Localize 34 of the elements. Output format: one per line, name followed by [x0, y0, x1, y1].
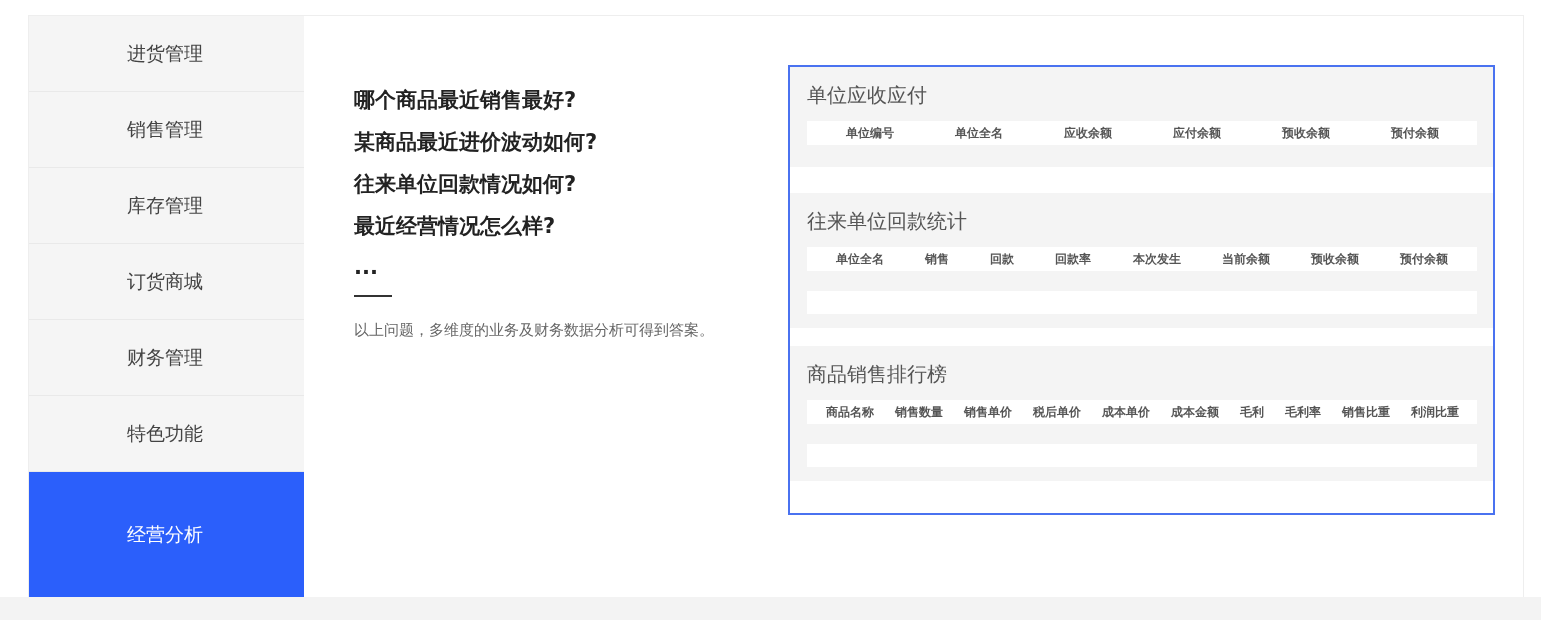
- column-header: 毛利率: [1284, 403, 1321, 421]
- question-text: 哪个商品最近销售最好?: [354, 87, 578, 114]
- column-header: 销售比重: [1341, 403, 1390, 421]
- column-header: 单位全名: [954, 124, 1003, 142]
- column-header: 销售: [924, 250, 949, 268]
- column-header: 应收余额: [1063, 124, 1112, 142]
- column-header: 税后单价: [1032, 403, 1081, 421]
- column-header: 销售单价: [963, 403, 1012, 421]
- report-title: 往来单位回款统计: [807, 208, 968, 235]
- column-header: 单位全名: [835, 250, 884, 268]
- report-title: 商品销售排行榜: [807, 361, 948, 388]
- column-header: 成本单价: [1101, 403, 1150, 421]
- column-header: 回款: [990, 250, 1015, 268]
- column-header: 商品名称: [825, 403, 874, 421]
- column-header: 应付余额: [1172, 124, 1221, 142]
- ellipsis-text: ...: [354, 254, 379, 281]
- question-text: 往来单位回款情况如何?: [354, 171, 578, 198]
- column-header: 销售数量: [894, 403, 943, 421]
- column-header: 当前余额: [1221, 250, 1270, 268]
- question-text: 最近经营情况怎么样?: [354, 213, 557, 240]
- column-header: 成本金额: [1170, 403, 1219, 421]
- column-header: 本次发生: [1132, 250, 1181, 268]
- question-text: 某商品最近进价波动如何?: [354, 129, 599, 156]
- report-title: 单位应收应付: [807, 82, 928, 109]
- column-header: 预收余额: [1311, 250, 1360, 268]
- column-header: 预收余额: [1281, 124, 1330, 142]
- column-header: 预付余额: [1400, 250, 1449, 268]
- column-header: 回款率: [1055, 250, 1092, 268]
- column-header: 预付余额: [1390, 124, 1439, 142]
- sidebar-item[interactable]: 经营分析: [29, 472, 304, 597]
- column-header: 单位编号: [845, 124, 894, 142]
- column-header: 利润比重: [1410, 403, 1459, 421]
- description-text: 以上问题，多维度的业务及财务数据分析可得到答案。: [354, 321, 715, 340]
- column-header: 毛利: [1239, 403, 1264, 421]
